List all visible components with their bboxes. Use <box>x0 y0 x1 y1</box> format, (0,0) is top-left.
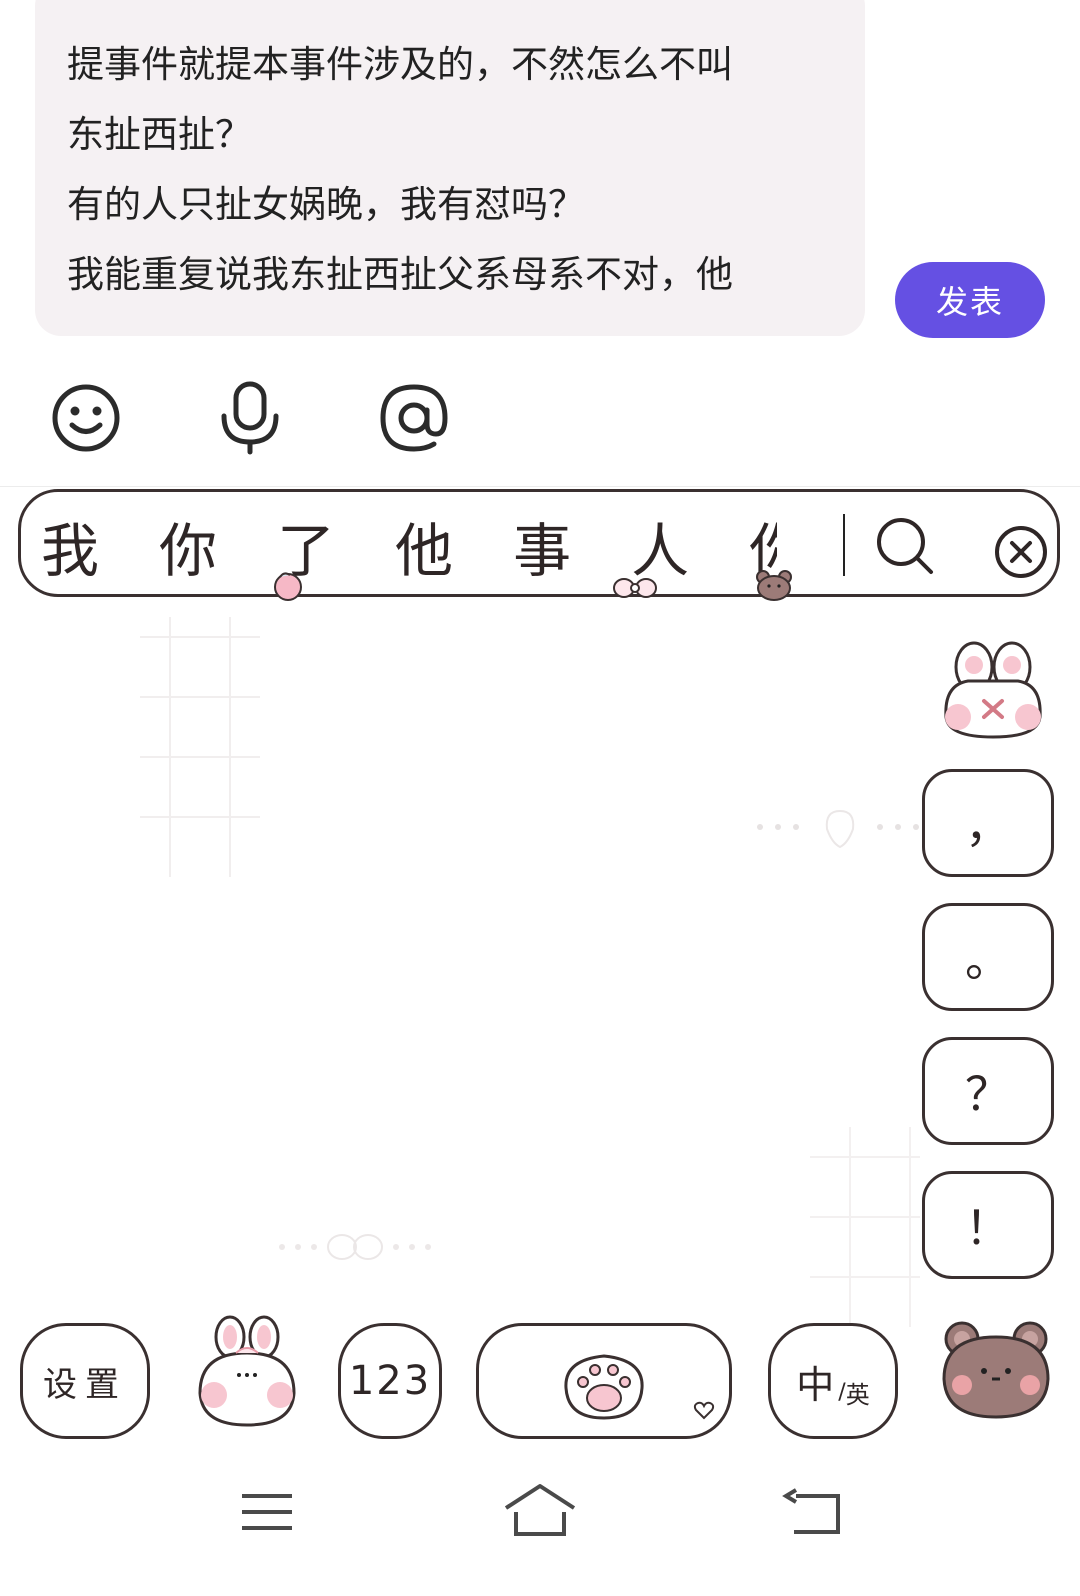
numbers-key[interactable]: 123 <box>338 1323 442 1439</box>
dotted-bow-decoration <box>279 1234 431 1260</box>
comment-text-line: 提事件就提本事件涉及的，不然怎么不叫 <box>67 43 733 86</box>
grid-decoration <box>810 1127 920 1327</box>
menu-icon[interactable] <box>228 1482 308 1542</box>
text-caret <box>843 514 845 576</box>
candidate-bar: 我 你 了 他 事 人 你 <box>18 489 1060 597</box>
exclamation-key[interactable]: ！ <box>922 1171 1054 1279</box>
search-icon[interactable] <box>873 514 939 580</box>
candidate-list: 我 你 了 他 事 人 你 <box>41 506 777 586</box>
delete-key-bunny-icon[interactable] <box>938 637 1048 747</box>
comment-text-area[interactable]: 提事件就提本事件涉及的，不然怎么不叫 东扯西扯？ 有的人只扯女娲晚，我有怼吗？ … <box>35 0 865 336</box>
home-icon[interactable] <box>500 1482 580 1542</box>
lang-separator: / <box>838 1379 846 1405</box>
comma-key[interactable]: ， <box>922 769 1054 877</box>
lang-zh-label: 中 <box>796 1362 835 1407</box>
input-method-keyboard: 我 你 了 他 事 人 你 <box>0 486 1080 1596</box>
candidate-word[interactable]: 你 <box>159 504 217 588</box>
comment-text-line: 我能重复说我东扯西扯父系母系不对，他 <box>67 253 733 296</box>
back-icon[interactable] <box>776 1482 856 1542</box>
lang-en-label: 英 <box>845 1380 870 1409</box>
comment-text-line: 有的人只扯女娲晚，我有怼吗？ <box>67 183 585 226</box>
comment-text-line: 东扯西扯？ <box>67 113 252 156</box>
bear-sticker-icon <box>756 570 792 601</box>
bow-sticker-icon <box>613 578 657 598</box>
comment-composer: 提事件就提本事件涉及的，不然怎么不叫 东扯西扯？ 有的人只扯女娲晚，我有怼吗？ … <box>0 0 1080 455</box>
composer-toolbar <box>0 380 1080 460</box>
settings-key[interactable]: 设置 <box>20 1323 150 1439</box>
at-sign-icon[interactable] <box>376 380 452 456</box>
enter-bear-key-icon[interactable] <box>940 1313 1052 1421</box>
grid-decoration <box>140 617 260 877</box>
candidate-word[interactable]: 他 <box>395 504 453 588</box>
close-icon[interactable] <box>991 522 1051 582</box>
space-key[interactable] <box>476 1323 732 1439</box>
candidate-word[interactable]: 事 <box>513 504 571 588</box>
peach-sticker-icon <box>274 572 302 601</box>
emoji-icon[interactable] <box>48 380 124 456</box>
heart-icon <box>693 1401 715 1420</box>
candidate-word[interactable]: 我 <box>41 504 99 588</box>
dotted-heart-decoration <box>757 809 919 849</box>
microphone-icon[interactable] <box>212 380 288 456</box>
paw-icon <box>564 1354 644 1420</box>
system-navigation-bar <box>0 1470 1080 1596</box>
question-mark-key[interactable]: ？ <box>922 1037 1054 1145</box>
post-button[interactable]: 发表 <box>895 262 1045 338</box>
emoji-bunny-key-icon[interactable] <box>192 1313 302 1433</box>
language-switch-key[interactable]: 中 / 英 <box>768 1323 898 1439</box>
period-key[interactable]: 。 <box>922 903 1054 1011</box>
